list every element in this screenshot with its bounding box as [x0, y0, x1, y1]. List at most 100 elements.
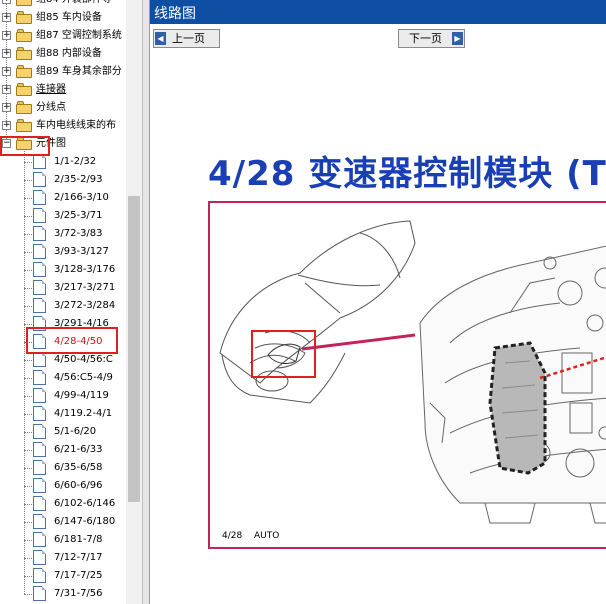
expand-icon[interactable]: +: [2, 49, 11, 58]
tree-branch-line: [24, 396, 32, 397]
tree-document-label: 7/17-7/25: [54, 570, 103, 581]
next-page-label: 下一页: [409, 32, 442, 45]
tree-branch-line: [24, 288, 32, 289]
folder-icon: [16, 65, 32, 78]
folder-icon: [16, 47, 32, 60]
expand-icon[interactable]: +: [2, 13, 11, 22]
tree-document-label: 6/147-6/180: [54, 516, 116, 527]
prev-page-label: 上一页: [172, 32, 205, 45]
tree-branch-line: [24, 306, 32, 307]
tree-branch-line: [24, 414, 32, 415]
figure-code: 4/28: [222, 531, 243, 541]
document-title: 4/28 变速器控制模块 (TCM): [208, 154, 606, 194]
tree-scrollbar-thumb[interactable]: [128, 196, 140, 502]
tree-branch-line: [24, 252, 32, 253]
car-illustration: [219, 220, 416, 404]
tree-document-label: 6/102-6/146: [54, 498, 116, 509]
expand-icon[interactable]: +: [2, 85, 11, 94]
document-icon: [33, 424, 46, 439]
tree-folder-label: 分线点: [36, 102, 66, 113]
document-icon: [33, 172, 46, 187]
arrow-right-icon: ▶: [452, 32, 463, 45]
tree-document-label: 7/31-7/56: [54, 588, 103, 599]
tree-document-label: 3/72-3/83: [54, 228, 103, 239]
viewer-header: 线路图: [150, 0, 606, 24]
document-icon: [33, 388, 46, 403]
expand-icon[interactable]: +: [2, 103, 11, 112]
tree-document-label: 6/21-6/33: [54, 444, 103, 455]
document-icon: [33, 298, 46, 313]
folder-icon: [16, 83, 32, 96]
tree-branch-line: [24, 198, 32, 199]
tree-branch-line: [24, 522, 32, 523]
folder-icon-body: [16, 32, 32, 42]
tree-document-label: 6/35-6/58: [54, 462, 103, 473]
document-icon: [33, 406, 46, 421]
tree-branch-line: [24, 180, 32, 181]
viewer-title: 线路图: [154, 6, 196, 22]
next-page-button[interactable]: 下一页 ▶: [398, 29, 465, 48]
folder-icon-body: [16, 0, 32, 6]
tree-branch-line: [24, 432, 32, 433]
tree-document-label: 6/60-6/96: [54, 480, 103, 491]
folder-icon-body: [16, 68, 32, 78]
tree-branch-line: [24, 468, 32, 469]
document-icon: [33, 370, 46, 385]
folder-icon: [16, 11, 32, 24]
folder-icon-body: [16, 104, 32, 114]
tree-document-label: 3/93-3/127: [54, 246, 109, 257]
document-icon: [33, 244, 46, 259]
tree-view: + 组84 外装部件等 + 组85 车内设备 + 组87 空调控制系统 + 组88 内部设备 +…: [0, 0, 142, 604]
folder-icon-body: [16, 50, 32, 60]
tree-branch-line: [24, 504, 32, 505]
tree-folder-label: 组87 空调控制系统: [36, 30, 122, 41]
folder-icon: [16, 29, 32, 42]
tree-branch-line: [24, 450, 32, 451]
prev-page-button[interactable]: ◀ 上一页: [153, 29, 220, 48]
folder-icon-body: [16, 86, 32, 96]
document-icon: [33, 442, 46, 457]
highlight-box-open-folder: [0, 136, 50, 156]
document-icon: [33, 550, 46, 565]
document-icon: [33, 208, 46, 223]
document-icon: [33, 154, 46, 169]
tree-folder-label: 车内电线线束的布: [36, 120, 116, 131]
figure-illustration: [219, 220, 606, 524]
document-icon: [33, 226, 46, 241]
tree-document-label: 3/217-3/271: [54, 282, 116, 293]
pane-splitter[interactable]: [142, 0, 150, 604]
tree-folder-label: 组84 外装部件等: [36, 0, 112, 9]
folder-icon: [16, 119, 32, 132]
tree-branch-line: [24, 234, 32, 235]
app-window: + 组84 外装部件等 + 组85 车内设备 + 组87 空调控制系统 + 组88 内部设备 +…: [0, 0, 606, 604]
tree-branch-line: [24, 576, 32, 577]
tree-folder-label: 组89 车身其余部分: [36, 66, 122, 77]
expand-icon[interactable]: +: [2, 121, 11, 130]
tree-document-label: 4/119.2-4/1: [54, 408, 113, 419]
expand-icon[interactable]: +: [2, 67, 11, 76]
document-icon: [33, 532, 46, 547]
tree-branch-line: [24, 558, 32, 559]
folder-icon-body: [16, 14, 32, 24]
tree-folder-label: 连接器: [36, 84, 66, 95]
expand-icon[interactable]: +: [2, 31, 11, 40]
highlight-box-active-doc: [26, 327, 118, 354]
expand-icon[interactable]: +: [2, 0, 11, 4]
tree-branch-line: [24, 378, 32, 379]
tree-document-label: 2/35-2/93: [54, 174, 103, 185]
component-figure: 4/28 AUTO: [208, 201, 606, 549]
document-icon: [33, 190, 46, 205]
tree-folder-label: 组85 车内设备: [36, 12, 102, 23]
tree-branch-line: [24, 486, 32, 487]
tree-children-line: [24, 151, 25, 594]
document-icon: [33, 586, 46, 601]
tree-scrollbar[interactable]: [126, 0, 142, 604]
tree-folder-label: 组88 内部设备: [36, 48, 102, 59]
tree-branch-line: [24, 540, 32, 541]
tree-document-label: 4/99-4/119: [54, 390, 109, 401]
tree-branch-line: [24, 162, 32, 163]
tree-branch-line: [24, 216, 32, 217]
document-icon: [33, 460, 46, 475]
document-icon: [33, 478, 46, 493]
tree-branch-line: [24, 360, 32, 361]
